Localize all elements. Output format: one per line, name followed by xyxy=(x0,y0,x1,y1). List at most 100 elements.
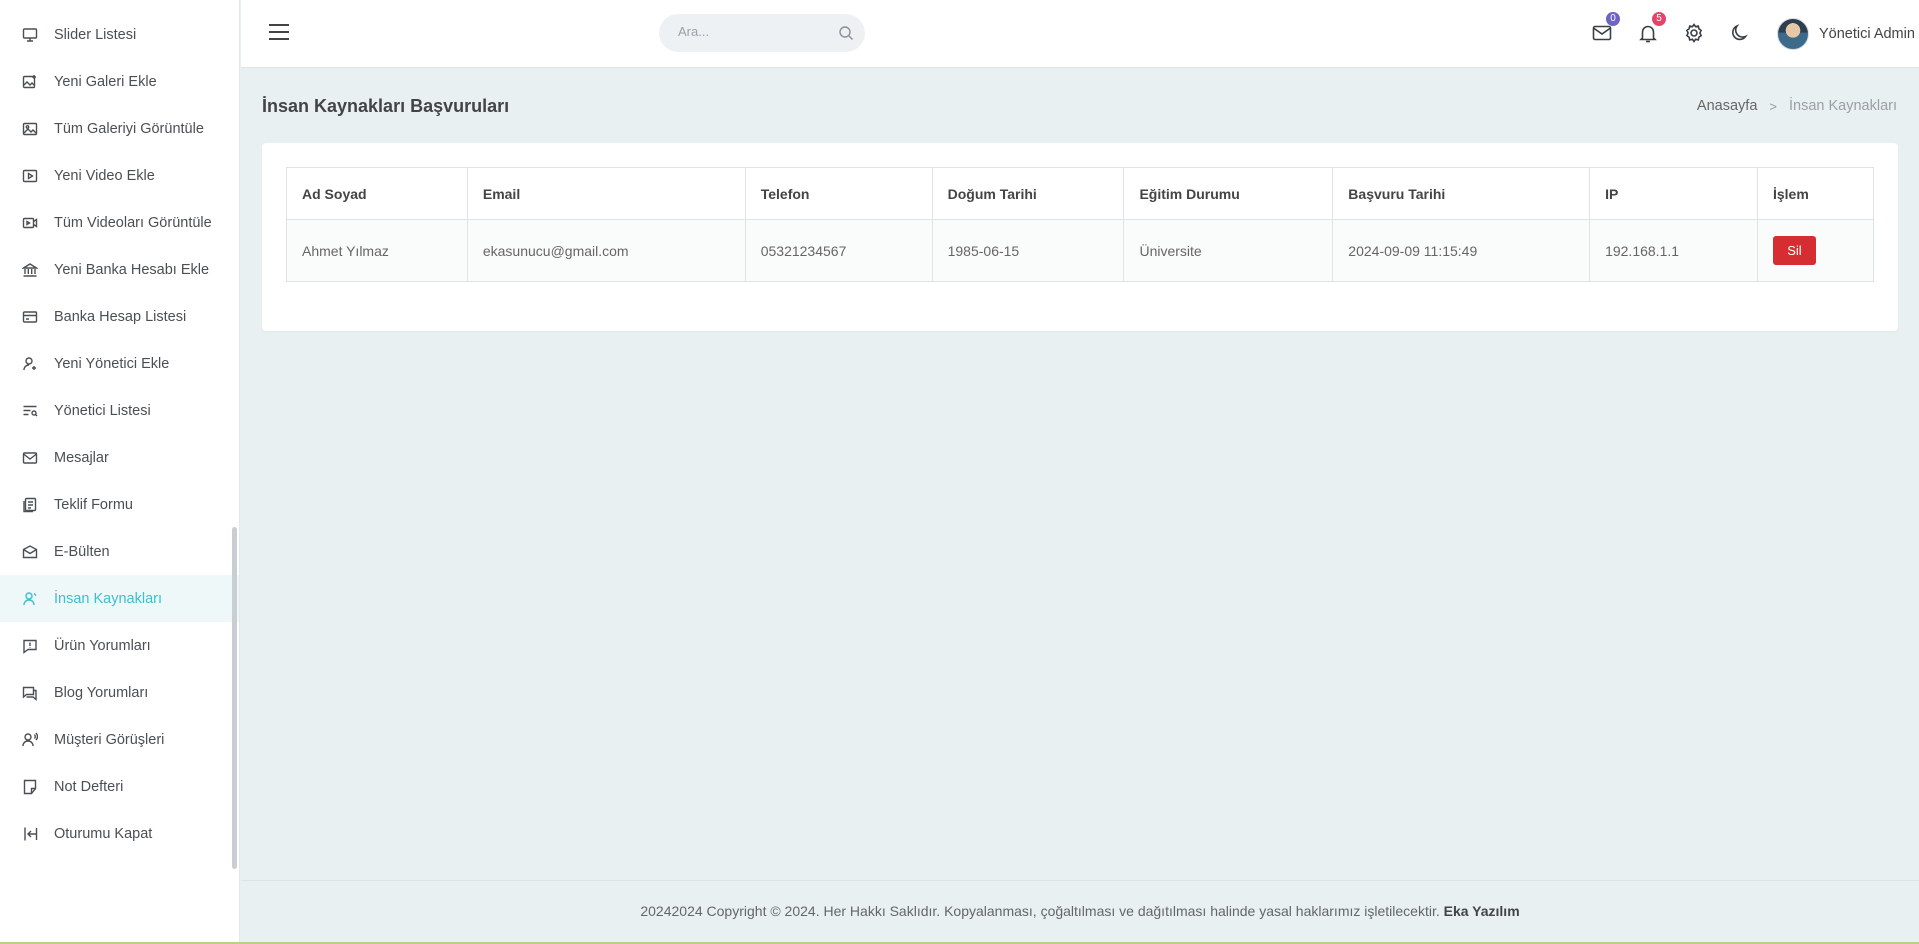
top-header: 0 5 Yönetici Admin xyxy=(241,0,1919,68)
sidebar-item-human-resources[interactable]: İnsan Kaynakları xyxy=(0,575,239,622)
sidebar-item-label: Tüm Galeriyi Görüntüle xyxy=(54,120,204,137)
newsletter-icon xyxy=(22,544,38,560)
mail-badge: 0 xyxy=(1606,12,1620,26)
sidebar-item-label: Tüm Videoları Görüntüle xyxy=(54,214,212,231)
column-header: IP xyxy=(1589,167,1758,220)
sidebar-item-label: Yeni Video Ekle xyxy=(54,167,155,184)
sidebar-item-new-bank[interactable]: Yeni Banka Hesabı Ekle xyxy=(0,246,239,293)
logout-icon xyxy=(22,826,38,842)
search-input[interactable] xyxy=(678,24,828,39)
user-add-icon xyxy=(22,356,38,372)
cell-ip: 192.168.1.1 xyxy=(1589,219,1758,282)
column-header: Telefon xyxy=(744,167,933,220)
cell-action: Sil xyxy=(1756,219,1875,282)
sidebar-item-new-admin[interactable]: Yeni Yönetici Ekle xyxy=(0,340,239,387)
menu-toggle-icon[interactable] xyxy=(269,24,289,42)
column-header: Doğum Tarihi xyxy=(931,167,1125,220)
image-icon xyxy=(22,121,38,137)
breadcrumb-home[interactable]: Anasayfa xyxy=(1697,98,1757,114)
cell-name: Ahmet Yılmaz xyxy=(286,219,468,282)
gear-icon xyxy=(1685,23,1703,43)
cell-apply-date: 2024-09-09 11:15:49 xyxy=(1332,219,1591,282)
sidebar-scrollbar[interactable] xyxy=(232,527,237,869)
search-box xyxy=(659,14,865,52)
note-icon xyxy=(22,779,38,795)
dark-mode-toggle[interactable] xyxy=(1729,22,1751,44)
sidebar-item-admin-list[interactable]: Yönetici Listesi xyxy=(0,387,239,434)
notification-badge: 5 xyxy=(1652,12,1666,26)
sidebar-item-bank-list[interactable]: Banka Hesap Listesi xyxy=(0,293,239,340)
sidebar-item-label: Müşteri Görüşleri xyxy=(54,731,165,748)
hr-user-icon xyxy=(22,591,38,607)
bank-icon xyxy=(22,262,38,278)
column-header: Ad Soyad xyxy=(286,167,468,220)
video-list-icon xyxy=(22,215,38,231)
sidebar-item-label: Ürün Yorumları xyxy=(54,637,151,654)
page-title: İnsan Kaynakları Başvuruları xyxy=(262,96,510,116)
column-header: Email xyxy=(466,167,746,220)
sidebar-item-label: Not Defteri xyxy=(54,778,124,795)
monitor-icon xyxy=(22,27,38,43)
column-header: Eğitim Durumu xyxy=(1123,167,1334,220)
table-row: Ahmet Yılmaz ekasunucu@gmail.com 0532123… xyxy=(286,219,1875,282)
cell-education: Üniversite xyxy=(1123,219,1334,282)
sidebar-item-new-video[interactable]: Yeni Video Ekle xyxy=(0,152,239,199)
video-add-icon xyxy=(22,168,38,184)
sidebar-item-new-gallery[interactable]: Yeni Galeri Ekle xyxy=(0,58,239,105)
sidebar-item-label: Mesajlar xyxy=(54,449,109,466)
footer-copyright: 20242024 Copyright © 2024. Her Hakkı Sak… xyxy=(640,903,1440,919)
notifications-button[interactable]: 5 xyxy=(1637,12,1666,44)
sidebar-item-all-gallery[interactable]: Tüm Galeriyi Görüntüle xyxy=(0,105,239,152)
delete-button[interactable]: Sil xyxy=(1772,236,1816,265)
sidebar-item-slider-list[interactable]: Slider Listesi xyxy=(0,11,239,58)
sidebar-item-notepad[interactable]: Not Defteri xyxy=(0,763,239,810)
sidebar-item-logout[interactable]: Oturumu Kapat xyxy=(0,810,239,857)
breadcrumb-current: İnsan Kaynakları xyxy=(1788,98,1897,114)
cell-email: ekasunucu@gmail.com xyxy=(466,219,746,282)
applications-table: Ad Soyad Email Telefon Doğum Tarihi Eğit… xyxy=(286,167,1875,282)
footer-brand[interactable]: Eka Yazılım xyxy=(1444,903,1520,919)
sidebar-item-label: Slider Listesi xyxy=(54,26,137,43)
settings-button[interactable] xyxy=(1683,22,1705,44)
user-list-icon xyxy=(22,403,38,419)
breadcrumb: Anasayfa > İnsan Kaynakları xyxy=(1697,98,1897,114)
cell-birth-date: 1985-06-15 xyxy=(931,219,1125,282)
sidebar: Slider Listesi Yeni Galeri Ekle Tüm Gale… xyxy=(0,0,240,944)
comment-alert-icon xyxy=(22,638,38,654)
sidebar-item-label: E-Bülten xyxy=(54,543,110,560)
sidebar-item-label: Blog Yorumları xyxy=(54,684,149,701)
sidebar-item-label: Yönetici Listesi xyxy=(54,402,151,419)
footer: 20242024 Copyright © 2024. Her Hakkı Sak… xyxy=(241,880,1919,944)
sidebar-item-label: Yeni Galeri Ekle xyxy=(54,73,157,90)
sidebar-item-blog-comments[interactable]: Blog Yorumları xyxy=(0,669,239,716)
sidebar-item-all-videos[interactable]: Tüm Videoları Görüntüle xyxy=(0,199,239,246)
comments-icon xyxy=(22,685,38,701)
card-icon xyxy=(22,309,38,325)
sidebar-item-customer-testimonials[interactable]: Müşteri Görüşleri xyxy=(0,716,239,763)
mail-button[interactable]: 0 xyxy=(1591,12,1620,44)
sidebar-item-label: Yeni Banka Hesabı Ekle xyxy=(54,261,210,278)
cell-phone: 05321234567 xyxy=(744,219,933,282)
table-header-row: Ad Soyad Email Telefon Doğum Tarihi Eğit… xyxy=(286,167,1875,220)
sidebar-item-label: Yeni Yönetici Ekle xyxy=(54,355,170,372)
column-header: Başvuru Tarihi xyxy=(1332,167,1591,220)
customer-voice-icon xyxy=(22,732,38,748)
sidebar-menu: Slider Listesi Yeni Galeri Ekle Tüm Gale… xyxy=(0,0,239,857)
sidebar-item-product-reviews[interactable]: Ürün Yorumları xyxy=(0,622,239,669)
applications-card: Ad Soyad Email Telefon Doğum Tarihi Eğit… xyxy=(262,143,1898,331)
sidebar-item-label: Banka Hesap Listesi xyxy=(54,308,187,325)
sidebar-item-messages[interactable]: Mesajlar xyxy=(0,434,239,481)
sidebar-item-label: Teklif Formu xyxy=(54,496,133,513)
chevron-right-icon: > xyxy=(1769,98,1777,114)
search-icon[interactable] xyxy=(838,25,854,41)
column-header: İşlem xyxy=(1756,167,1875,220)
form-icon xyxy=(22,497,38,513)
mail-icon xyxy=(22,450,38,466)
sidebar-item-label: Oturumu Kapat xyxy=(54,825,153,842)
gallery-add-icon xyxy=(22,74,38,90)
sidebar-item-newsletter[interactable]: E-Bülten xyxy=(0,528,239,575)
user-menu[interactable]: Yönetici Admin xyxy=(1777,17,1915,50)
avatar xyxy=(1777,17,1809,50)
moon-icon xyxy=(1732,24,1748,41)
sidebar-item-offer-form[interactable]: Teklif Formu xyxy=(0,481,239,528)
